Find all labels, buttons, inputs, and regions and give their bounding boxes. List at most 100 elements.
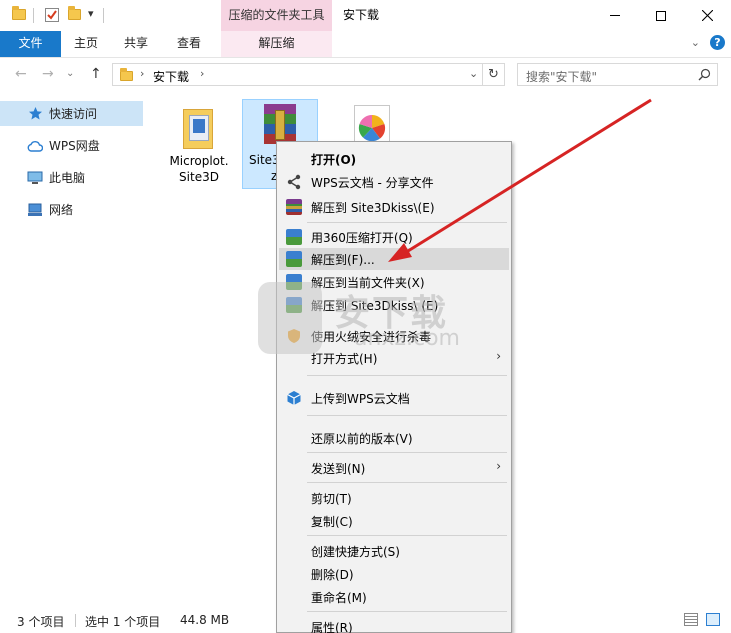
watermark: 安下载 anxz.com — [258, 282, 474, 356]
menu-item-open[interactable]: 打开(O) — [279, 148, 509, 170]
address-dropdown-icon[interactable]: ⌄ — [469, 67, 478, 80]
ribbon-tabs: 文件 主页 共享 查看 解压缩 ⌄ ? — [0, 31, 731, 57]
help-icon[interactable]: ? — [710, 35, 725, 50]
menu-item-label: 打开(O) — [311, 153, 357, 167]
menu-item-label: WPS云文档 - 分享文件 — [311, 176, 434, 190]
menu-item-label: 解压到 Site3Dkiss\(E) — [311, 201, 435, 215]
network-icon — [27, 202, 43, 218]
qat-dropdown-icon[interactable]: ▾ — [88, 7, 94, 20]
sidebar-item-wps-cloud[interactable]: WPS网盘 — [0, 133, 153, 158]
forward-arrow-icon[interactable]: → — [42, 66, 54, 82]
navigation-bar: ← → ⌄ ↑ › 安下载 › ⌄ ↻ 搜索"安下载" — [0, 57, 731, 91]
properties-check-icon[interactable] — [45, 8, 59, 22]
menu-separator — [307, 375, 507, 376]
folder-icon — [120, 68, 133, 81]
watermark-domain: anxz.com — [354, 326, 460, 351]
zip360-icon — [286, 229, 302, 245]
path-item[interactable]: 安下载 — [153, 68, 189, 85]
menu-item-label: 还原以前的版本(V) — [311, 432, 413, 446]
sidebar-item-label: 快速访问 — [49, 107, 98, 121]
menu-item-copy[interactable]: 复制(C) — [279, 510, 509, 532]
file-name: Microplot. Site3D — [161, 153, 237, 185]
watermark-logo-icon — [258, 282, 322, 354]
menu-item-rename[interactable]: 重命名(M) — [279, 586, 509, 608]
menu-item-create-shortcut[interactable]: 创建快捷方式(S) — [279, 540, 509, 562]
chevron-right-icon: › — [496, 459, 501, 473]
menu-separator — [307, 222, 507, 223]
rar-icon — [286, 199, 302, 215]
search-icon[interactable] — [698, 68, 711, 81]
chevron-right-icon: › — [496, 349, 501, 363]
sidebar-item-label: 网络 — [49, 203, 74, 217]
menu-item-extract-to[interactable]: 解压到(F)... — [279, 248, 509, 270]
menu-item-label: 上传到WPS云文档 — [311, 392, 410, 406]
menu-item-wps-share[interactable]: WPS云文档 - 分享文件 — [279, 171, 509, 193]
close-button[interactable] — [684, 0, 730, 31]
menu-item-send-to[interactable]: 发送到(N) › — [279, 457, 509, 479]
computer-icon — [27, 170, 43, 186]
zip360-icon — [286, 251, 302, 267]
file-name-line: z — [271, 169, 278, 183]
menu-separator — [307, 415, 507, 416]
address-bar[interactable]: › 安下载 › ⌄ — [112, 63, 505, 86]
details-view-icon[interactable] — [684, 613, 698, 626]
title-bar: ▾ 压缩的文件夹工具 安下载 — [0, 0, 731, 31]
close-icon — [701, 10, 713, 21]
menu-item-label: 用360压缩打开(Q) — [311, 231, 413, 245]
minimize-icon — [610, 15, 620, 16]
menu-separator — [307, 452, 507, 453]
refresh-icon: ↻ — [488, 67, 499, 82]
selection-count: 选中 1 个项目 — [85, 615, 161, 629]
large-icons-view-icon[interactable] — [706, 613, 720, 626]
menu-item-label: 创建快捷方式(S) — [311, 545, 400, 559]
menu-item-label: 剪切(T) — [311, 492, 352, 506]
new-folder-icon[interactable] — [68, 6, 81, 20]
star-icon — [27, 106, 43, 122]
search-box[interactable]: 搜索"安下载" — [517, 63, 718, 86]
menu-item-label: 重命名(M) — [311, 591, 367, 605]
tab-home[interactable]: 主页 — [64, 31, 108, 57]
refresh-button[interactable]: ↻ — [482, 63, 505, 86]
back-arrow-icon[interactable]: ← — [15, 66, 27, 82]
path-separator-icon[interactable]: › — [140, 67, 144, 80]
search-input[interactable]: 搜索"安下载" — [526, 68, 597, 85]
status-separator — [75, 614, 76, 627]
qat-separator — [33, 8, 34, 23]
menu-item-properties[interactable]: 属性(R) — [279, 616, 509, 633]
ribbon-right-controls: ⌄ ? — [691, 35, 725, 50]
menu-item-label: 复制(C) — [311, 515, 353, 529]
minimize-button[interactable] — [592, 0, 638, 31]
navigation-pane: 快速访问 WPS网盘 此电脑 网络 — [0, 91, 153, 607]
up-arrow-icon[interactable]: ↑ — [90, 66, 102, 82]
item-count: 3 个项目 — [17, 615, 65, 629]
maximize-button[interactable] — [638, 0, 684, 31]
folder-icon — [12, 6, 26, 20]
path-separator-icon[interactable]: › — [200, 67, 204, 80]
tab-file[interactable]: 文件 — [0, 31, 61, 57]
menu-item-restore-versions[interactable]: 还原以前的版本(V) — [279, 427, 509, 449]
upload-cube-icon — [287, 391, 301, 405]
recent-dropdown-icon[interactable]: ⌄ — [66, 68, 74, 79]
tab-extract[interactable]: 解压缩 — [221, 31, 332, 57]
file-name-line: Site3D — [179, 170, 219, 184]
cloud-icon — [27, 138, 43, 154]
sidebar-item-this-pc[interactable]: 此电脑 — [0, 165, 153, 190]
share-icon — [287, 174, 301, 190]
file-name-line: Microplot. — [169, 154, 229, 168]
tab-view[interactable]: 查看 — [167, 31, 211, 57]
menu-item-upload-wps[interactable]: 上传到WPS云文档 — [279, 387, 509, 409]
sidebar-item-quick-access[interactable]: 快速访问 — [0, 101, 143, 126]
sidebar-item-network[interactable]: 网络 — [0, 197, 153, 222]
menu-item-label: 发送到(N) — [311, 462, 366, 476]
ribbon-expand-icon[interactable]: ⌄ — [691, 36, 700, 49]
menu-item-extract-to-folder[interactable]: 解压到 Site3Dkiss\(E) — [279, 196, 509, 218]
qat-separator — [103, 8, 104, 23]
menu-item-label: 解压到(F)... — [311, 253, 375, 267]
menu-item-open-with-360[interactable]: 用360压缩打开(Q) — [279, 226, 509, 248]
sidebar-item-label: WPS网盘 — [49, 139, 100, 153]
menu-item-cut[interactable]: 剪切(T) — [279, 487, 509, 509]
context-menu: 打开(O) WPS云文档 - 分享文件 解压到 Site3Dkiss\(E) 用… — [276, 141, 512, 633]
tab-share[interactable]: 共享 — [114, 31, 158, 57]
menu-item-delete[interactable]: 删除(D) — [279, 563, 509, 585]
file-item-microplot-folder[interactable]: Microplot. Site3D — [161, 99, 237, 185]
